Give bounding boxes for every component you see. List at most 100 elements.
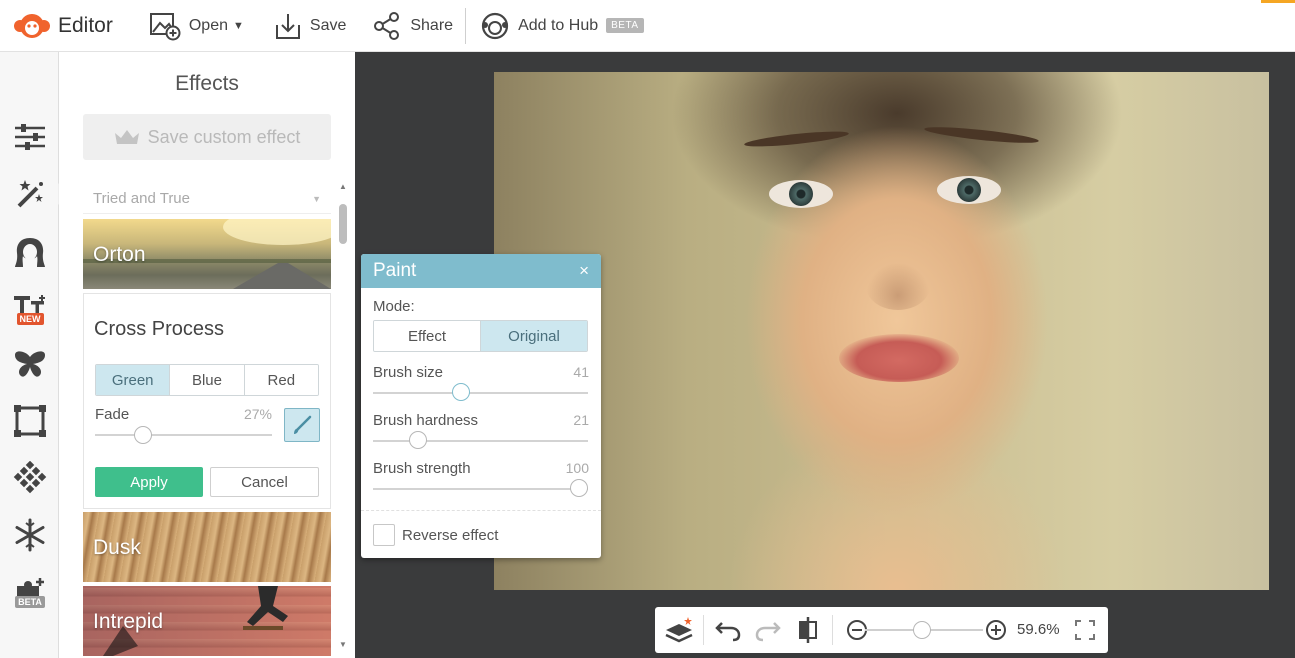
- effect-thumb-dusk[interactable]: Dusk: [83, 512, 331, 582]
- fullscreen-icon: [1075, 620, 1095, 640]
- brush-strength-track[interactable]: [373, 488, 588, 490]
- effect-thumb-orton[interactable]: Orton: [83, 219, 331, 289]
- fade-slider-track[interactable]: [95, 434, 272, 436]
- reverse-effect-checkbox[interactable]: [373, 524, 395, 546]
- fade-value: 27%: [243, 406, 272, 422]
- hub-label: Add to Hub: [518, 16, 599, 34]
- fade-slider-handle[interactable]: [133, 426, 152, 444]
- brush-size-track[interactable]: [373, 392, 588, 394]
- rail-extras[interactable]: BETA: [10, 572, 50, 612]
- cancel-button[interactable]: Cancel: [210, 467, 319, 497]
- paint-mode-original[interactable]: Original: [481, 321, 587, 351]
- sliders-icon: [15, 124, 45, 150]
- portrait-lips: [839, 334, 959, 382]
- paint-divider: [361, 510, 601, 511]
- share-button[interactable]: Share: [372, 0, 453, 52]
- brush-hardness-handle[interactable]: [409, 431, 428, 449]
- zoom-slider-handle[interactable]: [912, 621, 931, 639]
- rail-basic-edits[interactable]: [10, 117, 50, 157]
- scroll-down-arrow-icon: ▼: [339, 640, 347, 649]
- effect-thumb-label: Intrepid: [93, 610, 164, 633]
- cross-process-color-segment: Green Blue Red: [95, 364, 319, 396]
- scrollbar-thumb[interactable]: [339, 204, 347, 244]
- redo-button[interactable]: [748, 607, 788, 653]
- chevron-down-icon: ▼: [312, 193, 321, 204]
- paint-mode-label: Mode:: [373, 298, 415, 315]
- cross-process-option-blue[interactable]: Blue: [170, 365, 245, 395]
- photo-canvas[interactable]: [494, 72, 1269, 590]
- rail-themes[interactable]: [10, 515, 50, 555]
- save-button[interactable]: Save: [274, 0, 346, 52]
- open-label: Open: [188, 16, 228, 34]
- cross-process-card: Cross Process Green Blue Red Fade 27% Ap…: [83, 293, 331, 509]
- rail-new-badge: NEW: [16, 313, 44, 325]
- bottom-divider: [832, 615, 833, 645]
- hub-beta-badge: BETA: [606, 18, 644, 33]
- paint-mode-segment: Effect Original: [373, 320, 588, 352]
- undo-icon: [715, 622, 741, 642]
- rail-overlays[interactable]: [10, 344, 50, 384]
- portrait-eye: [937, 176, 1001, 204]
- effects-category-select[interactable]: Tried and True ▼: [83, 184, 331, 214]
- layers-icon: [665, 617, 693, 643]
- save-label: Save: [309, 16, 347, 34]
- frame-icon: [14, 405, 46, 437]
- corner-accent: [1261, 0, 1295, 3]
- compare-button[interactable]: [788, 607, 828, 653]
- save-custom-effect-button[interactable]: Save custom effect: [83, 114, 331, 160]
- cross-process-option-green[interactable]: Green: [96, 365, 171, 395]
- portrait-brow: [923, 124, 1040, 146]
- compare-split-icon: [799, 617, 817, 643]
- share-label: Share: [410, 16, 454, 34]
- effects-scrollbar[interactable]: ▲ ▼: [337, 182, 349, 654]
- apply-button[interactable]: Apply: [95, 467, 203, 497]
- zoom-in-button[interactable]: [976, 607, 1016, 653]
- tool-rail: NEW BETA: [0, 52, 59, 658]
- fullscreen-button[interactable]: [1065, 607, 1105, 653]
- crown-icon: [114, 130, 139, 144]
- portrait-eye: [769, 180, 833, 208]
- brush-size-label: Brush size: [373, 364, 444, 381]
- cross-process-option-red[interactable]: Red: [244, 365, 318, 395]
- brush-hardness-track[interactable]: [373, 440, 588, 442]
- paint-brush-button[interactable]: [284, 408, 320, 442]
- paint-mode-effect[interactable]: Effect: [374, 321, 481, 351]
- zoom-in-icon: [986, 620, 1006, 640]
- effect-thumb-label: Dusk: [93, 536, 141, 559]
- brush-size-handle[interactable]: [452, 383, 471, 401]
- bottom-divider: [703, 615, 704, 645]
- portrait-brow: [743, 128, 850, 150]
- cross-process-title: Cross Process: [94, 318, 225, 340]
- close-icon[interactable]: ×: [579, 261, 589, 281]
- effects-panel: Effects Save custom effect Tried and Tru…: [59, 52, 355, 658]
- paint-dialog-header[interactable]: Paint ×: [361, 254, 601, 288]
- effect-thumb-intrepid[interactable]: Intrepid: [83, 586, 331, 656]
- rail-beta-badge: BETA: [15, 596, 45, 608]
- brush-strength-label: Brush strength: [373, 460, 471, 477]
- redo-icon: [755, 622, 781, 642]
- brush-strength-handle[interactable]: [570, 479, 588, 497]
- rail-frames[interactable]: [10, 401, 50, 441]
- add-to-hub-button[interactable]: Add to Hub BETA: [480, 0, 644, 52]
- save-download-icon: [275, 13, 300, 39]
- texture-grid-icon: [13, 461, 47, 494]
- face-touchup-icon: [15, 238, 45, 267]
- picmonkey-logo-icon: [12, 11, 54, 41]
- paint-dialog: Paint × Mode: Effect Original Brush size…: [361, 254, 601, 558]
- layers-button[interactable]: [659, 607, 699, 653]
- top-toolbar: Editor Open ▼ Save Share Add to Hub BETA: [0, 0, 1295, 52]
- rail-touch-up[interactable]: [10, 232, 50, 272]
- undo-button[interactable]: [708, 607, 748, 653]
- app-name: Editor: [58, 13, 113, 37]
- rail-effects[interactable]: [10, 174, 50, 214]
- open-button[interactable]: Open ▼: [149, 0, 244, 52]
- rail-textures[interactable]: [10, 458, 50, 498]
- effects-title: Effects: [175, 72, 239, 95]
- fade-label: Fade: [95, 406, 130, 423]
- brush-strength-value: 100: [565, 460, 589, 476]
- save-custom-label: Save custom effect: [147, 126, 301, 147]
- brand[interactable]: Editor: [12, 11, 113, 41]
- rail-text[interactable]: NEW: [10, 290, 50, 330]
- open-image-icon: [149, 12, 181, 40]
- paintbrush-icon: [294, 415, 312, 434]
